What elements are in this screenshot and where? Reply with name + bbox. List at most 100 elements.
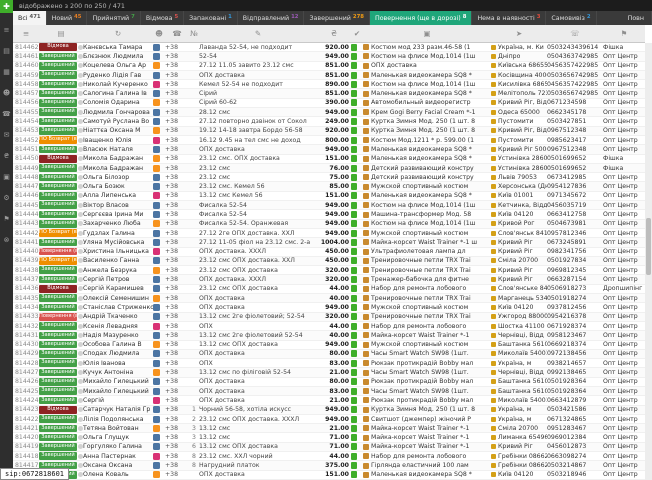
client-name[interactable]: Уляна Мусійовська	[83, 238, 153, 247]
product-name[interactable]: Маленькая видеокамера SQ8 *	[371, 471, 472, 480]
client-name[interactable]: Соломія Одарина	[83, 99, 153, 108]
order-row[interactable]: 814457 Завершений Салогина Галина Ів +38…	[13, 89, 645, 98]
product-name[interactable]: Часы Smart Watch SW98 (1шт.	[371, 368, 469, 377]
product-name[interactable]: Тренировочные петли TRX Trai	[371, 294, 471, 303]
order-row[interactable]: 814455 Завершений Людмила Гончарова +38 …	[13, 108, 645, 117]
order-row[interactable]: 814445 Завершений Віктор Власов +38 Фиса…	[13, 201, 645, 210]
order-row[interactable]: 814459 Завершений Руденко Лідія Гав +38 …	[13, 71, 645, 80]
manager-comment[interactable]: 52-54	[199, 52, 317, 61]
client-name[interactable]: Ольга Глущук	[83, 433, 153, 442]
client-name[interactable]: Гудзлах Галина	[83, 229, 153, 238]
order-row[interactable]: 814451 Завершений Власюк Наталя +38 ОПХ …	[13, 145, 645, 154]
manager-comment[interactable]: Кемел 52-54 не подходит	[199, 80, 317, 89]
manager-comment[interactable]: 13.12 смс	[199, 424, 317, 433]
client-phone[interactable]: 0951283467	[547, 424, 603, 433]
client-phone[interactable]: 0985623417	[547, 136, 603, 145]
client-name[interactable]: Олена Коваль	[83, 471, 153, 480]
product-name[interactable]: Майка-корсет Waist Trainer *-1	[371, 424, 469, 433]
product-name[interactable]: Свитшот (джемпер) жіночий Р	[371, 415, 471, 424]
client-name[interactable]: Сергій	[83, 396, 153, 405]
column-status[interactable]: ▤	[39, 29, 83, 38]
order-row[interactable]: 814448 Завершений Ольга Білозор +38 23.1…	[13, 173, 645, 182]
product-name[interactable]: Рюкзак протикрадій Bobby мал	[371, 396, 473, 405]
client-phone[interactable]: 0969812345	[547, 266, 603, 275]
product-name[interactable]: Часы Smart Watch SW98 (1шт.	[371, 387, 469, 396]
client-name[interactable]: Алла Липенська	[83, 192, 153, 201]
order-row[interactable]: 814462 Відмова Канєвська Тамара +38 Лава…	[13, 43, 645, 52]
client-name[interactable]: Надія Мазуренко	[83, 331, 153, 340]
client-name[interactable]: Оксана Оксана	[83, 461, 153, 470]
client-phone[interactable]: 0663412879	[547, 396, 603, 405]
order-row[interactable]: 814441 Завершений Уляна Мусійовська +38 …	[13, 238, 645, 247]
manager-comment[interactable]: ОПХ доставка	[199, 387, 317, 396]
status-tab[interactable]: Повернення (ще в дорозі) 8	[370, 11, 472, 25]
client-name[interactable]: Людмила Гончарова	[83, 108, 153, 117]
product-name[interactable]: Гірлянда еластичний 100 лам	[371, 461, 469, 470]
column-count[interactable]: №	[189, 29, 199, 38]
manager-comment[interactable]: ОПХ доставка	[199, 350, 317, 359]
manager-comment[interactable]: 23.12 смс ОПХ доставка	[199, 266, 317, 275]
column-client[interactable]: ☻	[153, 29, 165, 38]
order-row[interactable]: 814417 Завершений Оксана Оксана +38 8 На…	[13, 461, 645, 470]
client-name[interactable]: Сергій Петров	[83, 275, 153, 284]
client-phone[interactable]: 0992138465	[547, 368, 603, 377]
product-name[interactable]: Костюм на флисе Мод.1014 (1ш	[371, 201, 475, 210]
client-phone[interactable]: 0673412985	[547, 173, 603, 182]
client-name[interactable]: Блєзнюк Людмила	[83, 52, 153, 61]
client-phone[interactable]: 0504673981	[547, 220, 603, 229]
client-phone[interactable]: 0937812456	[547, 303, 603, 312]
client-phone[interactable]: 0671234598	[547, 99, 603, 108]
logout-icon[interactable]: ⊗	[0, 236, 13, 244]
column-comment[interactable]: ✎	[199, 29, 317, 38]
client-phone[interactable]: 0501928364	[547, 378, 603, 387]
order-row[interactable]: 814460 Завершений Коцелева Ольга Ар +38 …	[13, 62, 645, 71]
manager-comment[interactable]: 13.12 смс 2ге фіолетовий; 52-54	[199, 313, 317, 322]
product-name[interactable]: Майка-корсет Waist Trainer *-1 ш	[371, 238, 477, 247]
vertical-scrollbar[interactable]	[645, 43, 652, 480]
order-row[interactable]: 814427 Завершений Кучук Антоніна +38 13.…	[13, 368, 645, 377]
client-name[interactable]: Андрій Ткаченко	[83, 313, 153, 322]
client-name[interactable]: Михайло Гилецький	[83, 387, 153, 396]
order-row[interactable]: 814432 Завершений Ксенія Левадняя +38 ОП…	[13, 322, 645, 331]
column-product[interactable]: ▣	[363, 29, 491, 38]
client-name[interactable]: Юлія Іванова	[83, 359, 153, 368]
order-row[interactable]: 814416 Завершений Олена Коваль +38 ОПХ д…	[13, 471, 645, 480]
product-name[interactable]: Набор для ремонта лобового	[371, 452, 466, 461]
client-name[interactable]: Кучук Антоніна	[83, 368, 153, 377]
product-name[interactable]: Тренажер-бабочка для фитне	[371, 275, 469, 284]
column-payment[interactable]: ✔	[351, 29, 363, 38]
manager-comment[interactable]: ОПХ доставка	[199, 145, 317, 154]
manager-comment[interactable]: ОПХ	[199, 322, 317, 331]
order-row[interactable]: 814444 Завершений Сергєєва Ірина Ми +38 …	[13, 210, 645, 219]
client-phone[interactable]: 0958123467	[547, 331, 603, 340]
client-phone[interactable]: 0501699652	[547, 164, 603, 173]
scrollbar-thumb[interactable]	[646, 218, 651, 275]
order-row[interactable]: 814446 Завершений Алла Липенська +38 13.…	[13, 192, 645, 201]
manager-comment[interactable]: ОПХ доставка	[199, 71, 317, 80]
client-phone[interactable]: 0503214867	[547, 461, 603, 470]
status-tab[interactable]: Відмова 5	[141, 11, 184, 25]
order-row[interactable]: 814453 Завершений Ніаттєа Оксана М +38 1…	[13, 127, 645, 136]
menu-icon[interactable]: ≡	[0, 26, 13, 34]
order-row[interactable]: 814426 Завершений Михайло Гилецький +38 …	[13, 378, 645, 387]
client-phone[interactable]: 0669218374	[547, 341, 603, 350]
product-name[interactable]: Маленькая видеокамера SQ8 *	[371, 155, 472, 164]
product-name[interactable]: Автомобильный видеорегистр	[371, 99, 471, 108]
manager-comment[interactable]: 27.12 2ге ОПХ доставка. ХХЛ	[199, 229, 317, 238]
client-name[interactable]: Сергєєва Ірина Ми	[83, 210, 153, 219]
client-name[interactable]: Самотуй Руслана Во	[83, 117, 153, 126]
manager-comment[interactable]: 13.12 смс ОПХ доставка	[199, 341, 317, 350]
manager-comment[interactable]: 23.12 смс	[199, 164, 317, 173]
client-name[interactable]: Василенко Ганна	[83, 257, 153, 266]
client-phone[interactable]: 0671324865	[547, 415, 603, 424]
product-name[interactable]: Детский развивающий констру	[371, 173, 474, 182]
client-name[interactable]: Салогина Галина Ів	[83, 89, 153, 98]
client-phone[interactable]: 0982341756	[547, 248, 603, 257]
column-source[interactable]: ⚑	[603, 29, 645, 38]
client-name[interactable]: Власюк Наталя	[83, 145, 153, 154]
product-name[interactable]: Мужской спортивный костюм	[371, 341, 468, 350]
manager-comment[interactable]: 23.12 смс ОПХ доставка. ХХЛ	[199, 257, 317, 266]
manager-comment[interactable]: 13.12 смс 2ге фіолетовий 52-54	[199, 331, 317, 340]
product-name[interactable]: Мужской спортивный костюм	[371, 229, 468, 238]
column-phone2[interactable]: ☏	[547, 29, 603, 38]
